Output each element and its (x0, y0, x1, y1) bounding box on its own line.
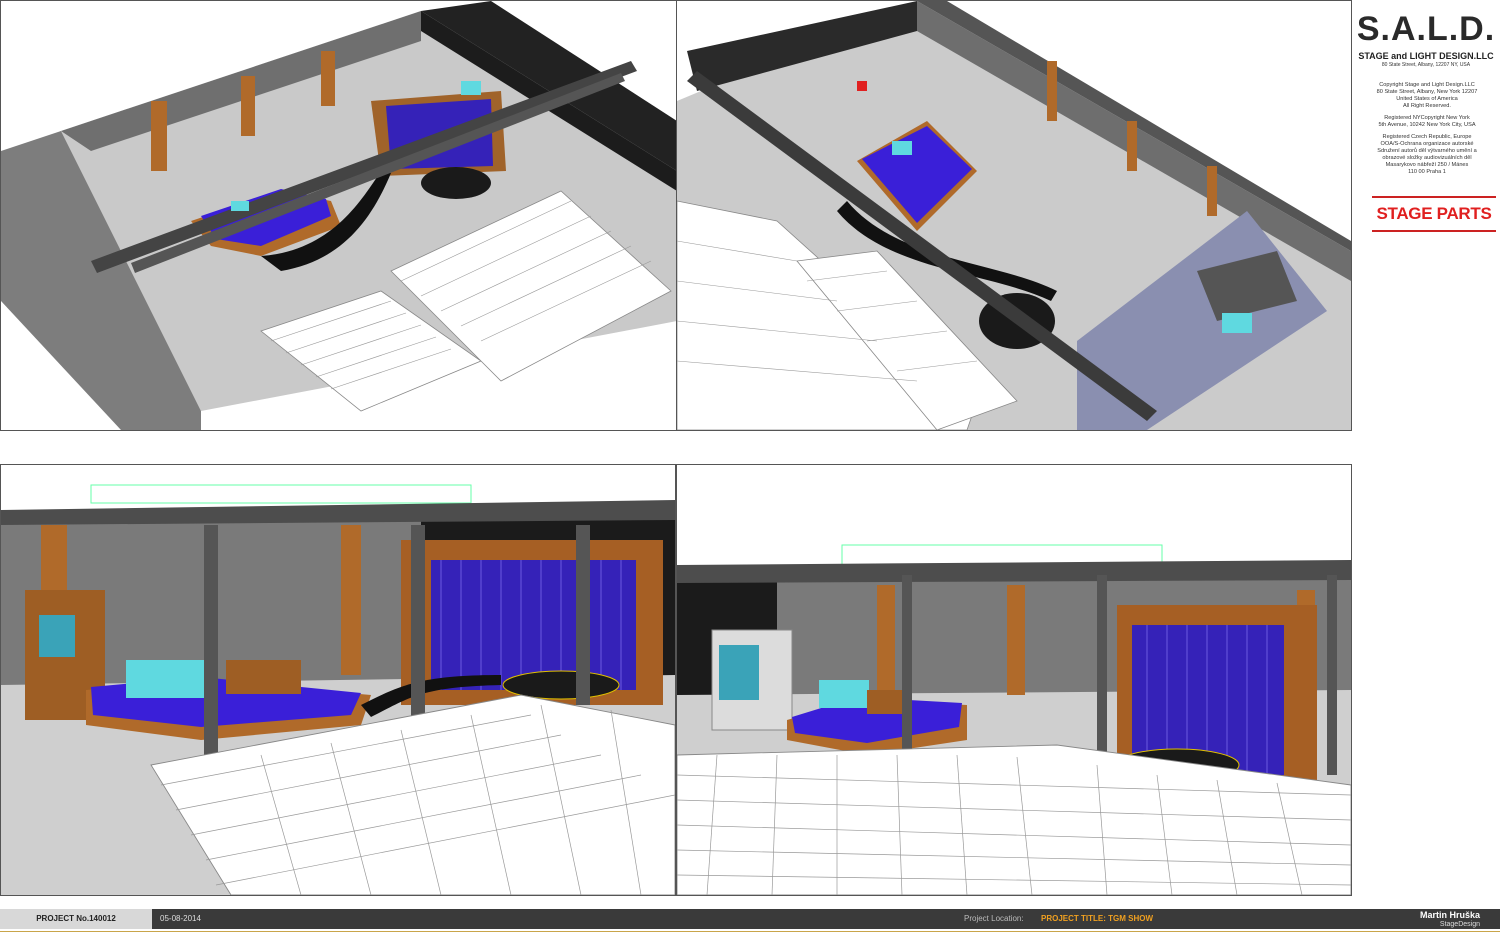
render-perspective-view-right (676, 464, 1352, 896)
render-aerial-view-left (0, 0, 678, 431)
sheet-title: STAGE PARTS (1376, 204, 1492, 223)
render-1-drawing (1, 1, 677, 430)
render-4-drawing (677, 465, 1351, 895)
sheet-title-box: STAGE PARTS (1372, 196, 1496, 232)
project-location-label: Project Location: (964, 914, 1024, 923)
render-3-drawing (1, 465, 675, 895)
render-2-drawing (677, 1, 1351, 430)
company-address: 80 State Street, Albany, 12207 NY, USA (1381, 62, 1471, 68)
company-logo: S.A.L.D. (1356, 10, 1496, 48)
title-block: S.A.L.D. STAGE and LIGHT DESIGN.LLC 80 S… (1352, 0, 1500, 900)
designer-name: Martin Hruška (1419, 910, 1480, 920)
project-title: PROJECT TITLE: TGM SHOW (1041, 914, 1153, 923)
copyright-usa: Copyright Stage and Light Design.LLC 80 … (1376, 82, 1478, 109)
footer-divider (0, 931, 1500, 932)
render-perspective-view-left (0, 464, 676, 896)
company-name: STAGE and LIGHT DESIGN.LLC (1358, 51, 1494, 61)
designer-subtitle: StageDesign (1439, 921, 1480, 928)
designer-signature: Martin Hruška StageDesign (1380, 910, 1480, 930)
render-aerial-view-right (676, 0, 1352, 431)
copyright-cz: Registered Czech Republic, Europe OOA/S-… (1377, 134, 1477, 175)
copyright-notice: Copyright Stage and Light Design.LLC 80 … (1358, 82, 1496, 181)
project-date: 05-08-2014 (160, 914, 201, 923)
copyright-ny: Registered NYCopyright New York 5th Aven… (1378, 115, 1476, 128)
footer-bar: PROJECT No.140012 05-08-2014 Project Loc… (0, 909, 1500, 929)
project-number: PROJECT No.140012 (0, 909, 152, 929)
